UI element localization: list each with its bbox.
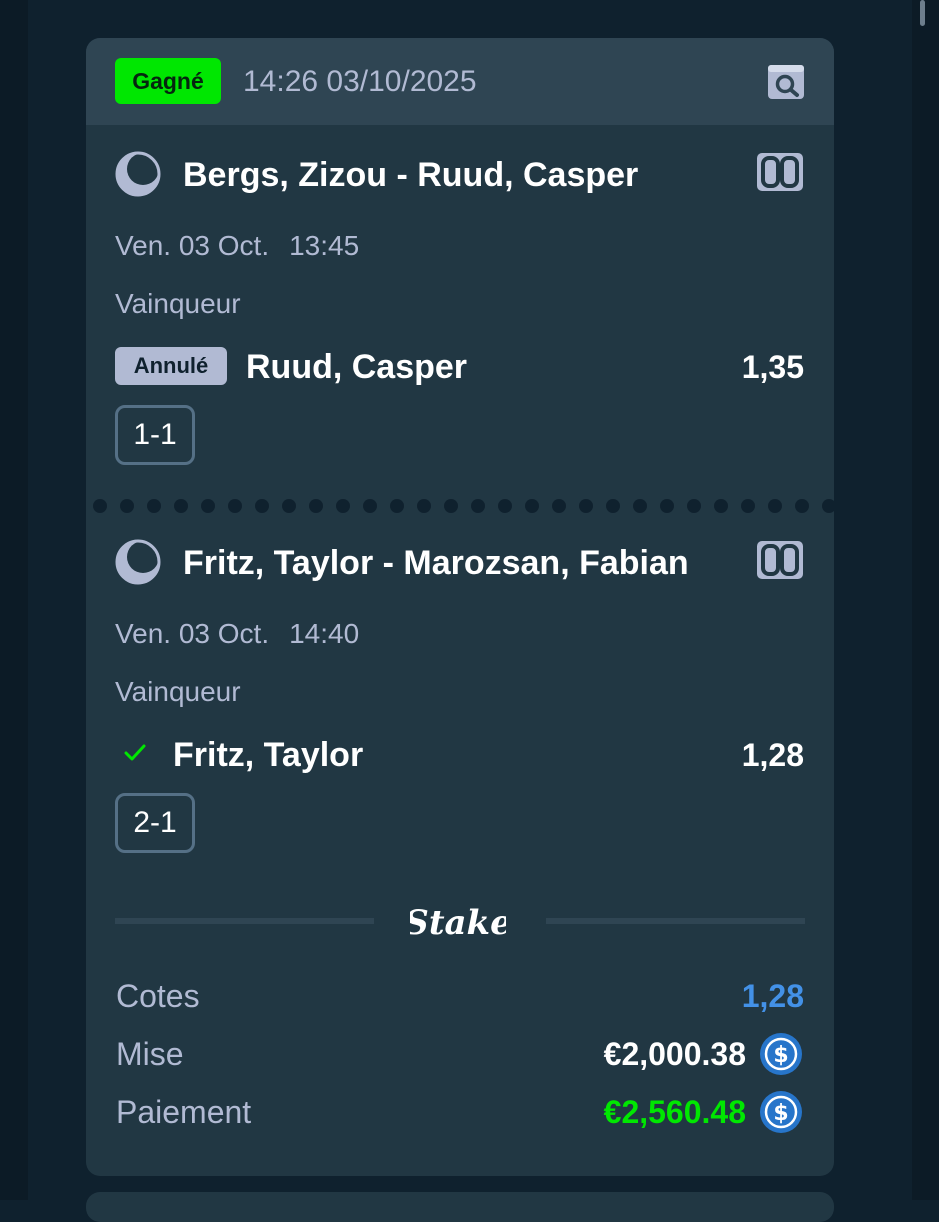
separator-dot <box>606 499 620 513</box>
separator-dot <box>363 499 377 513</box>
separator-dot <box>174 499 188 513</box>
separator-dot <box>552 499 566 513</box>
next-bet-card[interactable] <box>86 1192 834 1222</box>
score-box: 1-1 <box>115 405 195 465</box>
selected-outcome: Fritz, Taylor <box>173 736 364 774</box>
separator-dot <box>444 499 458 513</box>
separator-dot <box>201 499 215 513</box>
left-background <box>0 0 28 1200</box>
checkmark-icon <box>122 740 148 766</box>
event-time: 13:45 <box>289 230 360 261</box>
separator-dot <box>120 499 134 513</box>
separator-dot <box>660 499 674 513</box>
separator-dot <box>228 499 242 513</box>
separator-dot <box>525 499 539 513</box>
selected-outcome: Ruud, Casper <box>246 348 468 386</box>
bet-datetime: 14:26 03/10/2025 <box>243 65 477 98</box>
separator-dot <box>714 499 728 513</box>
bet-status-badge: Gagné <box>115 58 221 104</box>
separator-dot <box>795 499 809 513</box>
scrollbar-track[interactable] <box>912 0 939 1200</box>
usdc-coin-icon: $ <box>759 1032 803 1076</box>
match-title[interactable]: Fritz, Taylor - Marozsan, Fabian <box>183 543 689 583</box>
selection-odds: 1,35 <box>741 349 804 385</box>
market-name: Vainqueur <box>115 288 241 319</box>
stake-amount: €2,000.38 <box>603 1036 746 1072</box>
scrollbar-thumb[interactable] <box>920 0 925 26</box>
svg-text:$: $ <box>773 1043 788 1068</box>
tennis-ball-icon <box>114 538 162 586</box>
selection-separator <box>93 499 834 513</box>
separator-dot <box>390 499 404 513</box>
separator-dot <box>147 499 161 513</box>
total-odds-value: 1,28 <box>741 978 804 1014</box>
usdc-coin-icon: $ <box>759 1090 803 1134</box>
event-time: 14:40 <box>289 618 360 649</box>
selection-odds: 1,28 <box>741 737 804 773</box>
bet-slip-header: Gagné 14:26 03/10/2025 <box>86 38 834 125</box>
separator-dot <box>282 499 296 513</box>
tennis-ball-icon <box>114 150 162 198</box>
separator-dot <box>93 499 107 513</box>
score-box: 2-1 <box>115 793 195 853</box>
stake-logo-text: Stake <box>410 903 506 943</box>
event-date: Ven. 03 Oct. 14:40 <box>115 617 359 651</box>
brand-divider-left <box>115 918 374 924</box>
separator-dot <box>498 499 512 513</box>
stake-label: Mise <box>116 1036 184 1072</box>
payout-label: Paiement <box>116 1094 252 1130</box>
payout-amount: €2,560.48 <box>603 1094 746 1130</box>
receipt-search-button[interactable] <box>766 62 806 102</box>
scoreboard-icon <box>757 153 803 191</box>
stake-logo: Stake <box>404 894 511 950</box>
separator-dot <box>471 499 485 513</box>
receipt-search-icon <box>768 65 804 99</box>
separator-dot <box>309 499 323 513</box>
market-name: Vainqueur <box>115 676 241 707</box>
svg-text:$: $ <box>773 1101 788 1126</box>
event-date-day: Ven. 03 Oct. <box>115 230 270 261</box>
odds-label: Cotes <box>116 978 200 1014</box>
scoreboard-icon <box>757 541 803 579</box>
brand-divider-right <box>546 918 805 924</box>
separator-dot <box>336 499 350 513</box>
event-date: Ven. 03 Oct. 13:45 <box>115 229 359 263</box>
separator-dot <box>768 499 782 513</box>
separator-dot <box>579 499 593 513</box>
separator-dot <box>687 499 701 513</box>
void-status-badge: Annulé <box>115 347 227 385</box>
separator-dot <box>633 499 647 513</box>
event-date-day: Ven. 03 Oct. <box>115 618 270 649</box>
match-stats-button[interactable] <box>755 151 805 193</box>
match-stats-button[interactable] <box>755 539 805 581</box>
separator-dot <box>822 499 834 513</box>
match-title[interactable]: Bergs, Zizou - Ruud, Casper <box>183 155 638 195</box>
separator-dot <box>741 499 755 513</box>
separator-dot <box>255 499 269 513</box>
separator-dot <box>417 499 431 513</box>
bet-slip-card: Gagné 14:26 03/10/2025 Bergs, Zizou - Ru… <box>86 38 834 1176</box>
